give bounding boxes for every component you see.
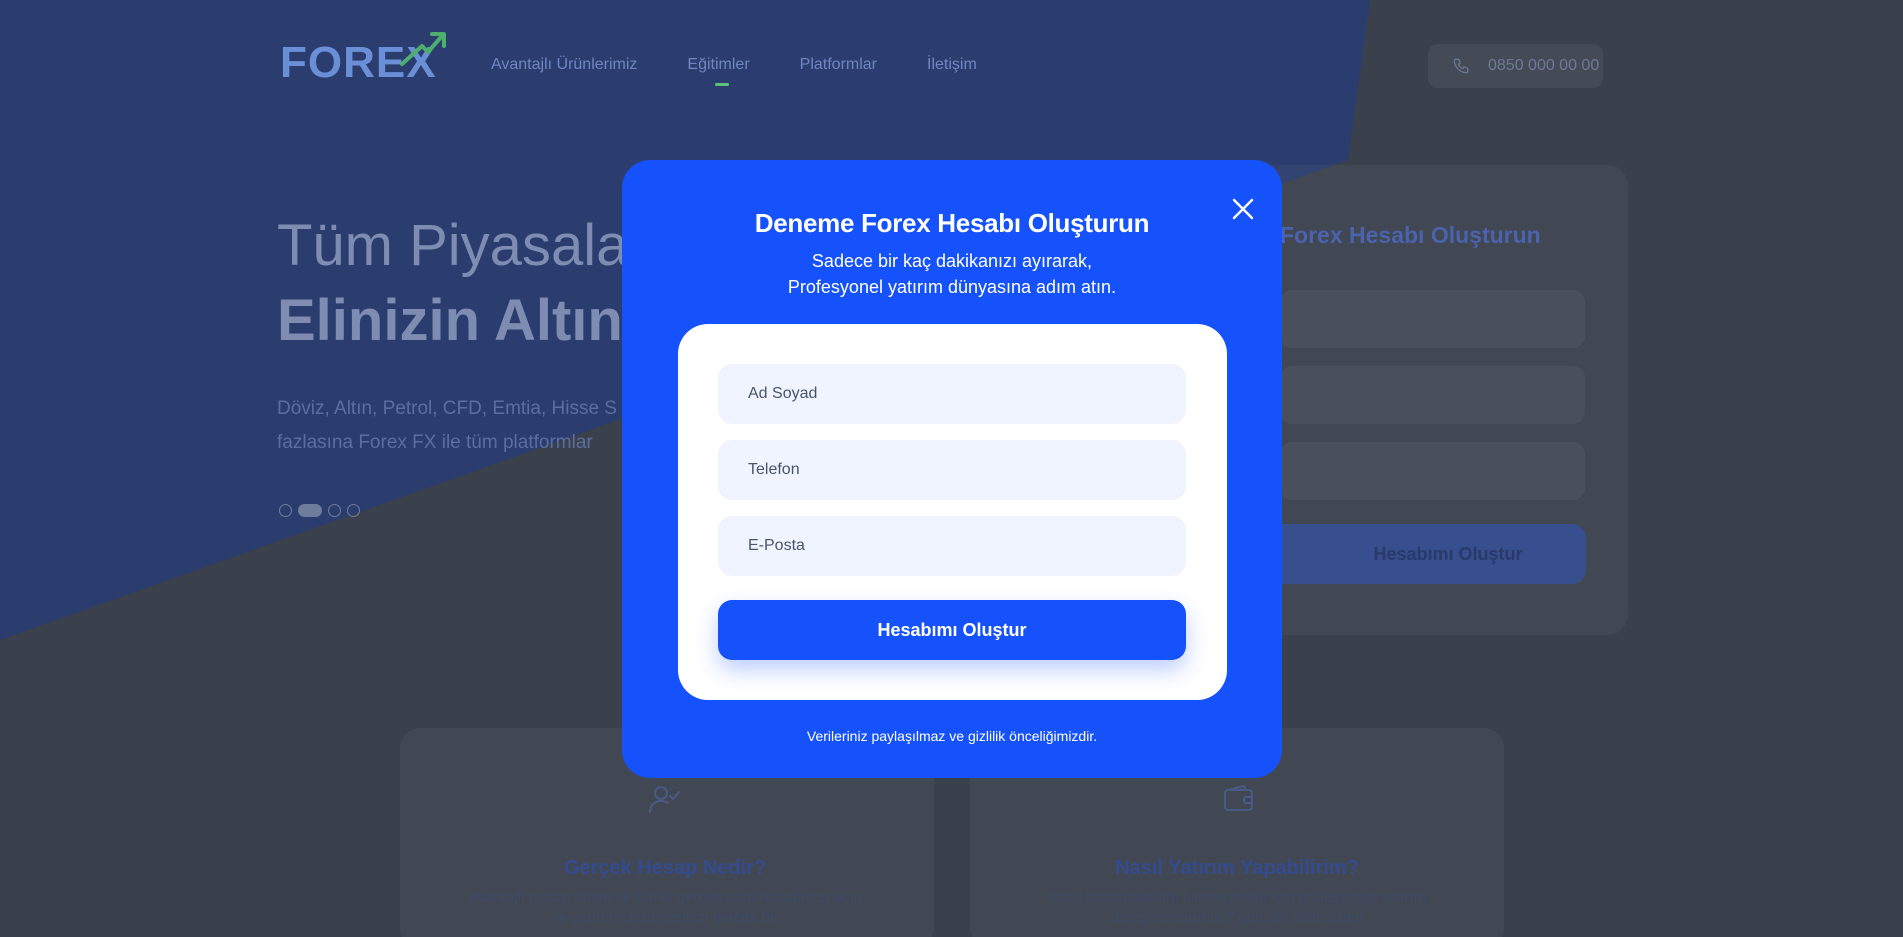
name-field[interactable] bbox=[718, 364, 1186, 424]
privacy-note: Verileriniz paylaşılmaz ve gizlilik önce… bbox=[806, 728, 1098, 744]
modal-subtitle: Sadece bir kaç dakikanızı ayırarak, Prof… bbox=[622, 248, 1282, 300]
create-account-button[interactable]: Hesabımı Oluştur bbox=[718, 600, 1186, 660]
email-field[interactable] bbox=[718, 516, 1186, 576]
modal-subtitle-line2: Profesyonel yatırım dünyasına adım atın. bbox=[787, 277, 1117, 297]
phone-field[interactable] bbox=[718, 440, 1186, 500]
demo-account-modal: Deneme Forex Hesabı Oluşturun Sadece bir… bbox=[622, 160, 1282, 778]
modal-form-card: Hesabımı Oluştur bbox=[678, 324, 1227, 700]
modal-title: Deneme Forex Hesabı Oluşturun bbox=[754, 208, 1150, 238]
modal-subtitle-line1: Sadece bir kaç dakikanızı ayırarak, bbox=[811, 251, 1093, 271]
